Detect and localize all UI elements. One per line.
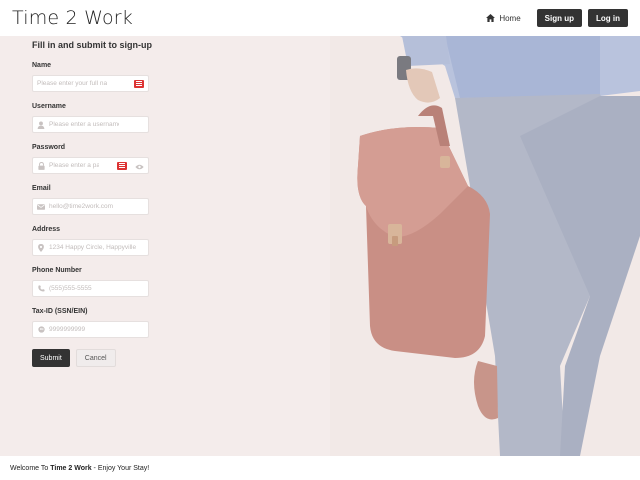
taxid-input[interactable] <box>49 326 119 333</box>
address-label: Address <box>32 226 61 233</box>
phone-input[interactable] <box>49 285 119 292</box>
home-link[interactable]: Home <box>486 13 521 23</box>
home-icon <box>486 14 496 22</box>
footer: Welcome To Time 2 Work - Enjoy Your Stay… <box>0 456 640 480</box>
form-actions: Submit Cancel <box>32 349 232 367</box>
hero-section: Fill in and submit to sign-up Name Usern… <box>0 36 640 456</box>
brand-logo[interactable]: Time 2 Work <box>12 7 133 29</box>
map-marker-icon <box>33 243 49 252</box>
username-input[interactable] <box>49 121 119 128</box>
top-navbar: Time 2 Work Home Sign up Log in <box>0 0 640 36</box>
id-icon <box>33 326 49 333</box>
username-field[interactable] <box>32 116 149 133</box>
email-field[interactable] <box>32 198 149 215</box>
signup-form: Fill in and submit to sign-up Name Usern… <box>32 40 232 367</box>
eye-icon[interactable] <box>135 157 144 175</box>
password-label: Password <box>32 144 66 151</box>
password-input[interactable] <box>49 162 99 169</box>
address-input[interactable] <box>49 244 144 251</box>
footer-prefix: Welcome To <box>10 464 49 472</box>
password-field[interactable] <box>32 157 149 174</box>
lock-icon <box>33 161 49 170</box>
phone-field[interactable] <box>32 280 149 297</box>
home-link-label: Home <box>499 13 521 23</box>
phone-icon <box>33 285 49 292</box>
email-label: Email <box>32 185 51 192</box>
email-input[interactable] <box>49 203 119 210</box>
user-icon <box>33 120 49 129</box>
form-title: Fill in and submit to sign-up <box>32 40 152 50</box>
envelope-icon <box>33 203 49 210</box>
cancel-button[interactable]: Cancel <box>75 349 116 367</box>
nav-links: Home Sign up Log in <box>486 9 628 27</box>
taxid-label: Tax-ID (SSN/EIN) <box>32 308 88 315</box>
phone-label: Phone Number <box>32 267 82 274</box>
footer-brand: Time 2 Work <box>50 464 92 472</box>
login-button[interactable]: Log in <box>588 9 628 27</box>
submit-button[interactable]: Submit <box>32 349 70 367</box>
footer-suffix: - Enjoy Your Stay! <box>93 464 150 472</box>
password-manager-icon[interactable] <box>134 79 144 88</box>
name-field[interactable] <box>32 75 149 92</box>
password-manager-icon[interactable] <box>117 161 127 170</box>
name-input[interactable] <box>37 80 107 87</box>
signup-button[interactable]: Sign up <box>536 9 582 27</box>
name-label: Name <box>32 62 52 69</box>
username-label: Username <box>32 103 66 110</box>
taxid-field[interactable] <box>32 321 149 338</box>
address-field[interactable] <box>32 239 149 256</box>
